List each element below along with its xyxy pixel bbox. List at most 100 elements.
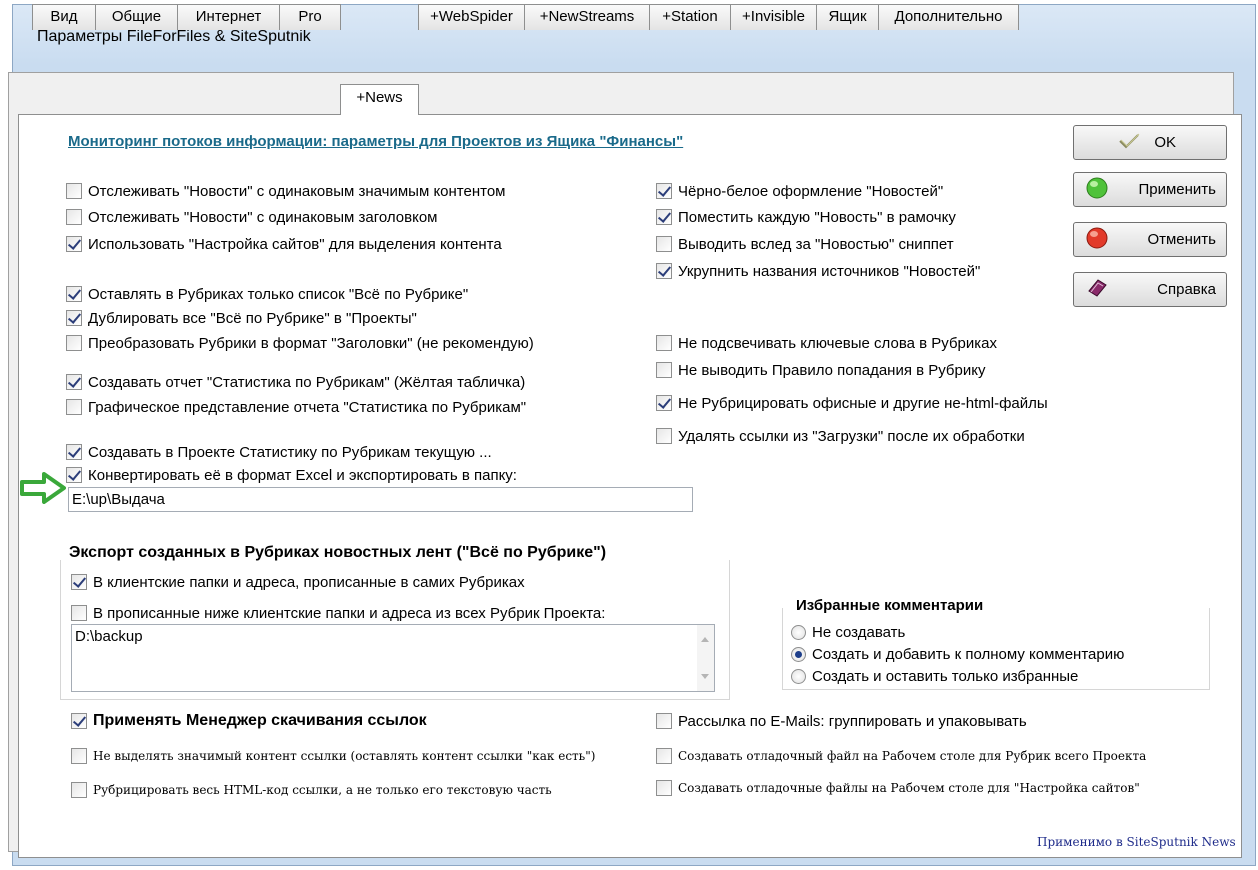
checkbox-duplicate-to-projects[interactable]: Дублировать все "Всё по Рубрике" в "Прое… <box>66 307 417 329</box>
green-light-icon <box>1086 177 1108 203</box>
checkbox-box[interactable] <box>71 713 87 729</box>
help-button[interactable]: Справка <box>1073 272 1227 307</box>
help-button-label: Справка <box>1157 281 1216 298</box>
ok-button[interactable]: OK <box>1073 125 1227 160</box>
tab-pro[interactable]: Pro <box>279 4 341 30</box>
checkbox-label: Графическое представление отчета "Статис… <box>88 398 527 416</box>
checkbox-label: Преобразовать Рубрики в формат "Заголовк… <box>88 334 534 352</box>
scroll-down-icon[interactable] <box>701 674 709 679</box>
checkbox-convert-excel[interactable]: Конвертировать её в формат Excel и экспо… <box>66 464 517 486</box>
export-path-input[interactable] <box>68 487 693 512</box>
checkbox-label: Применять Менеджер скачивания ссылок <box>93 712 427 729</box>
checkbox-box[interactable] <box>66 183 82 199</box>
checkbox-bw-news[interactable]: Чёрно-белое оформление "Новостей" <box>656 180 943 202</box>
checkbox-box[interactable] <box>656 713 672 729</box>
checkbox-keep-only-all[interactable]: Оставлять в Рубриках только список "Всё … <box>66 283 468 305</box>
radio-create-only[interactable]: Создать и оставить только избранные <box>791 665 1078 687</box>
checkbox-box[interactable] <box>656 748 672 764</box>
checkbox-box[interactable] <box>656 780 672 796</box>
radio-label: Создать и добавить к полному комментарию <box>812 645 1125 663</box>
checkbox-email-group[interactable]: Рассылка по E-Mails: группировать и упак… <box>656 710 1027 732</box>
tab-additional[interactable]: Дополнительно <box>878 4 1019 30</box>
checkbox-no-office-files[interactable]: Не Рубрицировать офисные и другие не-htm… <box>656 392 1048 414</box>
checkbox-box[interactable] <box>656 362 672 378</box>
checkbox-track-same-title[interactable]: Отслеживать "Новости" с одинаковым загол… <box>66 206 438 228</box>
tab-view[interactable]: Вид <box>32 4 96 30</box>
tab-box[interactable]: Ящик <box>816 4 879 30</box>
checkbox-box[interactable] <box>66 335 82 351</box>
checkbox-track-same-content[interactable]: Отслеживать "Новости" с одинаковым значи… <box>66 180 505 202</box>
checkbox-debug-project[interactable]: Создавать отладочный файл на Рабочем сто… <box>656 745 1146 767</box>
checkbox-label: Отслеживать "Новости" с одинаковым загол… <box>88 208 438 226</box>
checkbox-box[interactable] <box>71 574 87 590</box>
checkbox-box[interactable] <box>71 605 87 621</box>
textarea-scrollbar[interactable] <box>697 625 714 691</box>
checkbox-rubricate-html[interactable]: Рубрицировать весь HTML-код ссылки, а не… <box>71 779 552 801</box>
checkbox-box[interactable] <box>656 428 672 444</box>
checkbox-box[interactable] <box>656 209 672 225</box>
checkbox-label: Не выводить Правило попадания в Рубрику <box>678 361 986 379</box>
apply-button[interactable]: Применить <box>1073 172 1227 207</box>
checkbox-box[interactable] <box>66 444 82 460</box>
checkbox-label: В прописанные ниже клиентские папки и ад… <box>93 604 606 622</box>
checkbox-label: Конвертировать её в формат Excel и экспо… <box>88 466 517 484</box>
checkbox-box[interactable] <box>656 236 672 252</box>
checkbox-box[interactable] <box>656 335 672 351</box>
checkbox-box[interactable] <box>66 467 82 483</box>
checkbox-box[interactable] <box>656 263 672 279</box>
checkbox-box[interactable] <box>71 748 87 764</box>
checkbox-label: Оставлять в Рубриках только список "Всё … <box>88 285 469 303</box>
checkbox-no-rule[interactable]: Не выводить Правило попадания в Рубрику <box>656 359 985 381</box>
cancel-button-label: Отменить <box>1147 231 1216 248</box>
green-arrow-icon <box>20 472 66 508</box>
tab-newstreams[interactable]: +NewStreams <box>524 4 650 30</box>
checkbox-label: Чёрно-белое оформление "Новостей" <box>678 182 944 200</box>
checkbox-label: Укрупнить названия источников "Новостей" <box>678 262 981 280</box>
checkbox-no-highlight[interactable]: Не подсвечивать ключевые слова в Рубрика… <box>656 332 997 354</box>
checkbox-snippet[interactable]: Выводить вслед за "Новостью" сниппет <box>656 233 954 255</box>
checkbox-export-listed-folders[interactable]: В прописанные ниже клиентские папки и ад… <box>71 602 605 624</box>
export-group-title: Экспорт созданных в Рубриках новостных л… <box>69 544 607 561</box>
checkbox-debug-site-settings[interactable]: Создавать отладочные файлы на Рабочем ст… <box>656 777 1140 799</box>
checkbox-box[interactable] <box>66 236 82 252</box>
checkbox-label: Дублировать все "Всё по Рубрике" в "Прое… <box>88 309 417 327</box>
checkbox-box[interactable] <box>656 395 672 411</box>
checkbox-convert-to-headlines[interactable]: Преобразовать Рубрики в формат "Заголовк… <box>66 332 534 354</box>
export-folders-textarea[interactable]: D:\backup <box>71 624 715 692</box>
radio-button[interactable] <box>791 668 806 684</box>
radio-no-create[interactable]: Не создавать <box>791 621 905 643</box>
apply-button-label: Применить <box>1138 181 1216 198</box>
radio-button[interactable] <box>791 646 806 662</box>
tab-invisible[interactable]: +Invisible <box>730 4 817 30</box>
checkbox-box[interactable] <box>66 286 82 302</box>
cancel-button[interactable]: Отменить <box>1073 222 1227 257</box>
tab-news[interactable]: +News <box>340 84 419 115</box>
scroll-up-icon[interactable] <box>701 637 709 642</box>
checkbox-frame-news[interactable]: Поместить каждую "Новость" в рамочку <box>656 206 956 228</box>
checkbox-create-stats-report[interactable]: Создавать отчет "Статистика по Рубрикам"… <box>66 371 525 393</box>
checkbox-graphic-report[interactable]: Графическое представление отчета "Статис… <box>66 396 526 418</box>
footer-note: Применимо в SiteSputnik News <box>1037 835 1236 849</box>
tab-station[interactable]: +Station <box>649 4 731 30</box>
tab-general[interactable]: Общие <box>95 4 178 30</box>
checkbox-label: Отслеживать "Новости" с одинаковым значи… <box>88 182 506 200</box>
radio-button[interactable] <box>791 624 806 640</box>
checkbox-box[interactable] <box>71 782 87 798</box>
checkbox-use-site-settings[interactable]: Использовать "Настройка сайтов" для выде… <box>66 233 502 255</box>
tab-internet[interactable]: Интернет <box>177 4 280 30</box>
checkbox-export-client-folders[interactable]: В клиентские папки и адреса, прописанные… <box>71 571 525 593</box>
checkbox-box[interactable] <box>66 209 82 225</box>
radio-create-add[interactable]: Создать и добавить к полному комментарию <box>791 643 1124 665</box>
tab-webspider[interactable]: +WebSpider <box>418 4 525 30</box>
checkbox-create-project-stats[interactable]: Создавать в Проекте Статистику по Рубрик… <box>66 441 492 463</box>
radio-label: Не создавать <box>812 623 906 641</box>
checkbox-no-extract-content[interactable]: Не выделять значимый контент ссылки (ост… <box>71 745 595 767</box>
checkbox-box[interactable] <box>66 399 82 415</box>
checkbox-box[interactable] <box>66 310 82 326</box>
checkbox-delete-links[interactable]: Удалять ссылки из "Загрузки" после их об… <box>656 425 1025 447</box>
checkbox-box[interactable] <box>656 183 672 199</box>
window-title: Параметры FileForFiles & SiteSputnik <box>37 28 311 45</box>
checkbox-download-manager[interactable]: Применять Менеджер скачивания ссылок <box>71 710 427 732</box>
checkbox-enlarge-sources[interactable]: Укрупнить названия источников "Новостей" <box>656 260 980 282</box>
checkbox-box[interactable] <box>66 374 82 390</box>
